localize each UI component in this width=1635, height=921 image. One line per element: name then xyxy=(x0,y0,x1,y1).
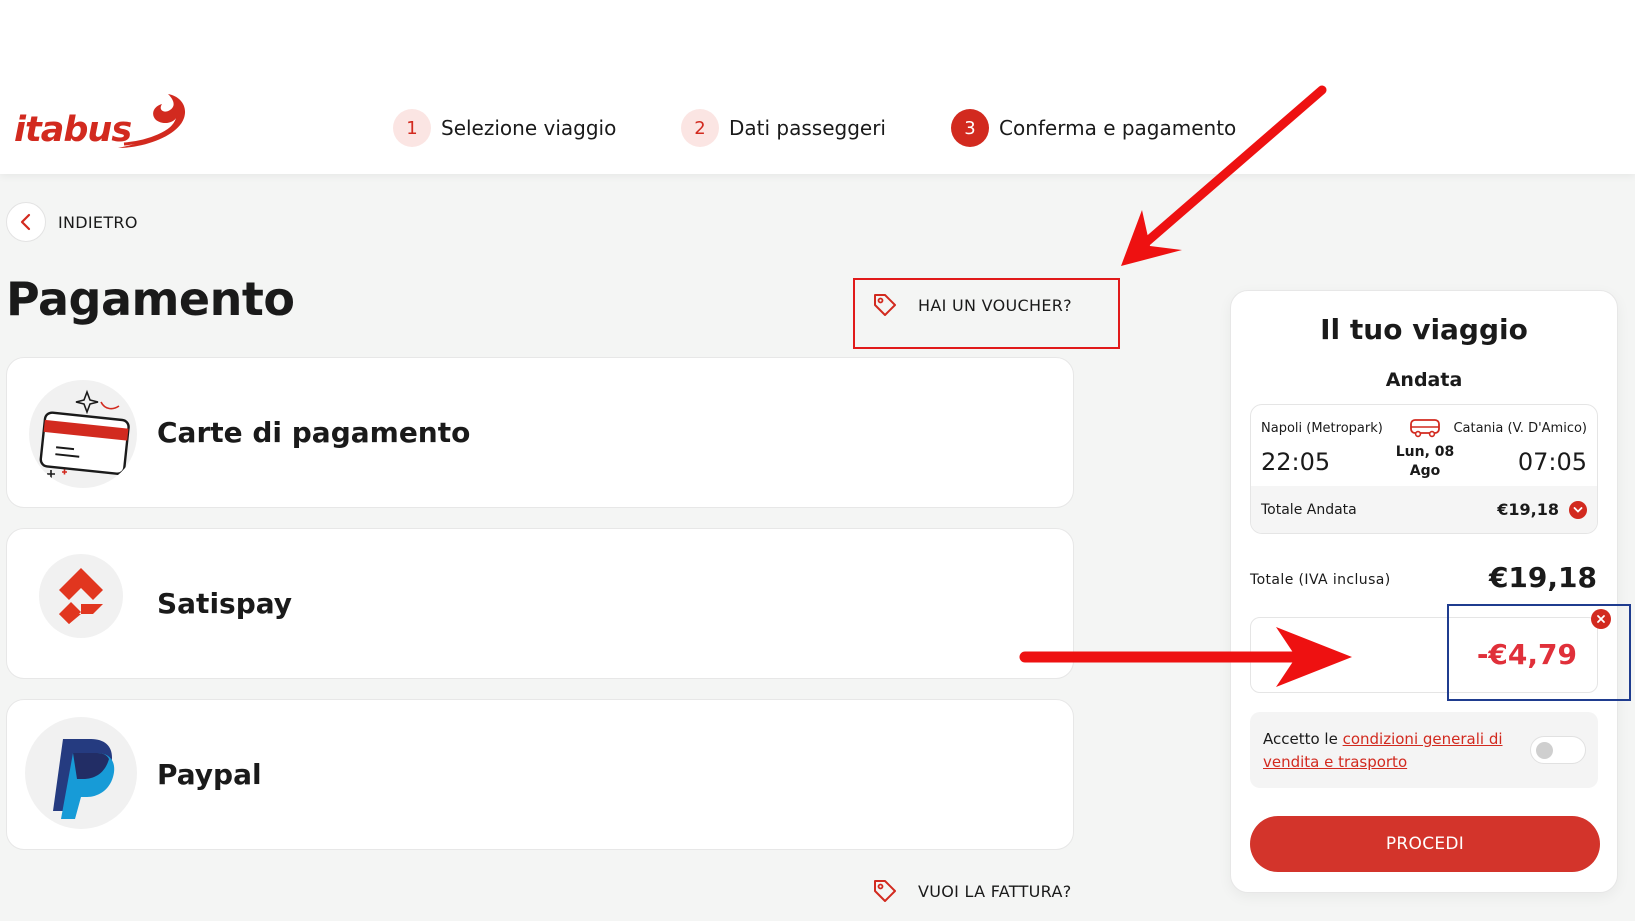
terms-box: Accetto le condizioni generali di vendit… xyxy=(1250,712,1598,788)
logo-swoosh-icon xyxy=(118,94,186,148)
bus-icon xyxy=(1410,419,1440,438)
page-title: Pagamento xyxy=(6,272,295,326)
proceed-button[interactable]: PROCEDI xyxy=(1250,816,1600,872)
step-number: 2 xyxy=(681,109,719,147)
step-conferma-pagamento[interactable]: 3 Conferma e pagamento xyxy=(951,108,1236,148)
payment-method-paypal[interactable]: Paypal xyxy=(6,699,1074,850)
destination-station: Catania (V. D'Amico) xyxy=(1453,421,1587,436)
step-label: Conferma e pagamento xyxy=(999,116,1237,140)
voucher-discount-box: -€4,79 xyxy=(1250,617,1598,693)
voucher-link[interactable]: HAI UN VOUCHER? xyxy=(872,292,1072,318)
origin-station: Napoli (Metropark) xyxy=(1261,421,1383,436)
payment-method-label: Paypal xyxy=(157,758,262,791)
step-selezione-viaggio[interactable]: 1 Selezione viaggio xyxy=(393,108,616,148)
trip-summary-panel: Il tuo viaggio Andata Napoli (Metropark)… xyxy=(1230,290,1618,893)
payment-method-label: Satispay xyxy=(157,587,293,620)
step-label: Dati passeggeri xyxy=(729,116,886,140)
total-label: Totale (IVA inclusa) xyxy=(1250,572,1391,588)
invoice-label: VUOI LA FATTURA? xyxy=(918,881,1072,901)
credit-card-icon xyxy=(29,380,137,488)
tag-icon xyxy=(874,294,896,316)
payment-method-satispay[interactable]: Satispay xyxy=(6,528,1074,679)
step-number: 3 xyxy=(951,109,989,147)
chevron-down-icon[interactable] xyxy=(1569,501,1587,519)
summary-title: Il tuo viaggio xyxy=(1320,313,1528,346)
step-label: Selezione viaggio xyxy=(441,116,617,140)
arrival-time: 07:05 xyxy=(1517,448,1587,476)
toggle-knob xyxy=(1536,742,1553,759)
satispay-icon xyxy=(39,554,123,638)
payment-method-label: Carte di pagamento xyxy=(157,416,471,449)
remove-voucher-close-icon[interactable] xyxy=(1591,609,1611,629)
leg-total-label: Totale Andata xyxy=(1261,502,1357,518)
top-bar: itabus 1 Selezione viaggio 2 Dati passeg… xyxy=(0,0,1635,174)
tag-icon xyxy=(874,880,896,902)
leg-total-row[interactable]: Totale Andata €19,18 xyxy=(1251,486,1597,533)
departure-time: 22:05 xyxy=(1261,448,1331,476)
payment-method-cards[interactable]: Carte di pagamento xyxy=(6,357,1074,508)
terms-prefix: Accetto le xyxy=(1263,730,1343,748)
leg-total-value: €19,18 xyxy=(1497,500,1559,519)
voucher-label: HAI UN VOUCHER? xyxy=(918,295,1072,315)
trip-date: Lun, 08 Ago xyxy=(1375,443,1475,481)
step-number: 1 xyxy=(393,109,431,147)
trip-leg-card: Napoli (Metropark) Catania (V. D'Amico) … xyxy=(1250,404,1598,534)
total-value: €19,18 xyxy=(1488,561,1597,594)
back-button[interactable] xyxy=(6,202,46,242)
trip-date-day: Lun, 08 xyxy=(1395,444,1455,460)
step-dati-passeggeri[interactable]: 2 Dati passeggeri xyxy=(681,108,886,148)
back-label[interactable]: INDIETRO xyxy=(58,213,138,232)
leg-title: Andata xyxy=(1385,369,1463,391)
paypal-icon xyxy=(25,717,137,829)
chevron-left-icon xyxy=(20,213,31,231)
terms-toggle[interactable] xyxy=(1530,736,1586,764)
invoice-link[interactable]: VUOI LA FATTURA? xyxy=(872,878,1072,904)
terms-text: Accetto le condizioni generali di vendit… xyxy=(1263,728,1523,774)
trip-date-month: Ago xyxy=(1409,463,1441,479)
discount-value: -€4,79 xyxy=(1476,638,1577,671)
itabus-logo[interactable]: itabus xyxy=(14,92,186,158)
